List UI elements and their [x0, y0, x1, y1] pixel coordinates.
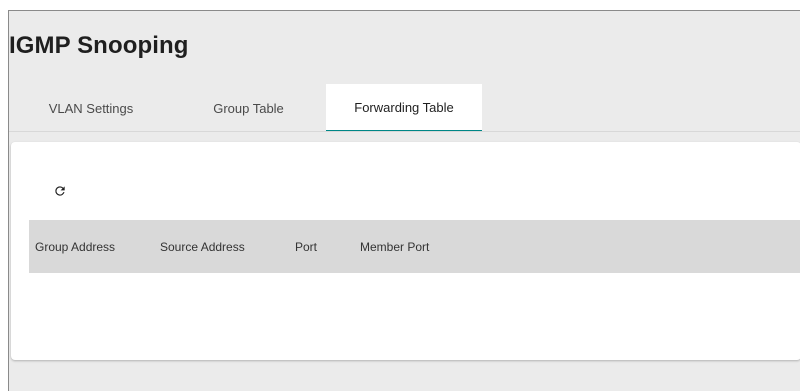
page-title: IGMP Snooping [9, 32, 189, 59]
refresh-button[interactable] [47, 178, 73, 204]
column-header-source-address[interactable]: Source Address [160, 240, 245, 254]
tab-bar: VLAN Settings Group Table Forwarding Tab… [11, 84, 482, 132]
tab-vlan-settings[interactable]: VLAN Settings [11, 84, 171, 132]
forwarding-table-card: Group Address Source Address Port Member… [11, 142, 800, 360]
tab-divider [9, 131, 800, 132]
column-header-port[interactable]: Port [295, 240, 317, 254]
column-header-group-address[interactable]: Group Address [35, 240, 115, 254]
tab-group-table[interactable]: Group Table [171, 84, 326, 132]
refresh-icon [55, 186, 65, 196]
tab-forwarding-table[interactable]: Forwarding Table [326, 84, 482, 132]
app-frame: IGMP Snooping VLAN Settings Group Table … [8, 10, 800, 391]
column-header-member-port[interactable]: Member Port [360, 240, 429, 254]
table-header: Group Address Source Address Port Member… [29, 220, 800, 273]
